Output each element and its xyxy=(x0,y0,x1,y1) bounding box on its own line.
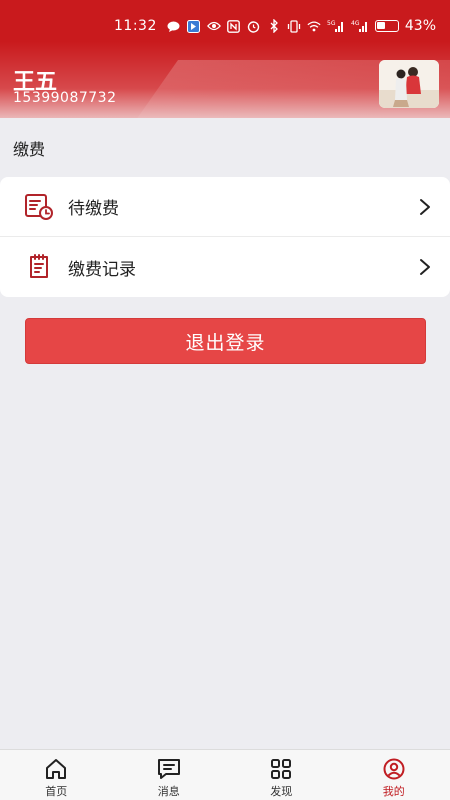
tab-messages[interactable]: 消息 xyxy=(113,750,226,800)
tab-label: 首页 xyxy=(45,785,68,798)
profile-icon xyxy=(382,758,406,780)
chevron-right-icon xyxy=(418,198,432,216)
menu-item-payment-records[interactable]: 缴费记录 xyxy=(0,237,450,297)
signal-4g-label: 4G xyxy=(351,20,360,27)
nfc-icon xyxy=(227,19,241,33)
section-title-payment: 缴费 xyxy=(13,140,46,159)
pending-bill-icon xyxy=(24,192,54,222)
bottom-tab-bar: 首页 消息 发现 我的 xyxy=(0,749,450,800)
tab-discover[interactable]: 发现 xyxy=(225,750,338,800)
discover-icon xyxy=(269,758,293,780)
chevron-right-icon xyxy=(418,258,432,276)
eye-icon xyxy=(206,19,221,33)
status-bar: 11:32 5G 4G 43% xyxy=(0,0,450,52)
signal-4g-icon: 4G xyxy=(351,19,369,33)
tab-home[interactable]: 首页 xyxy=(0,750,113,800)
signal-5g-icon: 5G xyxy=(327,19,345,33)
tab-label: 我的 xyxy=(382,785,405,798)
chat-notification-icon xyxy=(167,19,181,33)
wifi-icon xyxy=(307,19,321,33)
payment-menu: 待缴费 缴费记录 xyxy=(0,177,450,297)
avatar[interactable] xyxy=(379,60,439,108)
tab-label: 消息 xyxy=(157,785,180,798)
tab-label: 发现 xyxy=(270,785,293,798)
home-icon xyxy=(44,758,68,780)
battery-percent: 43% xyxy=(404,18,436,34)
battery-icon xyxy=(374,20,399,32)
alarm-icon xyxy=(247,19,261,33)
status-time: 11:32 xyxy=(114,18,157,34)
user-phone: 15399087732 xyxy=(13,90,117,106)
menu-item-pending-payment[interactable]: 待缴费 xyxy=(0,177,450,237)
message-icon xyxy=(157,758,181,780)
payment-record-icon xyxy=(24,252,54,282)
app-notification-icon xyxy=(187,19,201,33)
logout-button[interactable]: 退出登录 xyxy=(25,318,426,364)
tab-profile[interactable]: 我的 xyxy=(338,750,450,800)
signal-5g-label: 5G xyxy=(327,20,336,27)
menu-item-label: 缴费记录 xyxy=(68,259,136,280)
menu-item-label: 待缴费 xyxy=(68,199,119,219)
bluetooth-icon xyxy=(267,19,281,33)
vibrate-icon xyxy=(287,19,301,33)
